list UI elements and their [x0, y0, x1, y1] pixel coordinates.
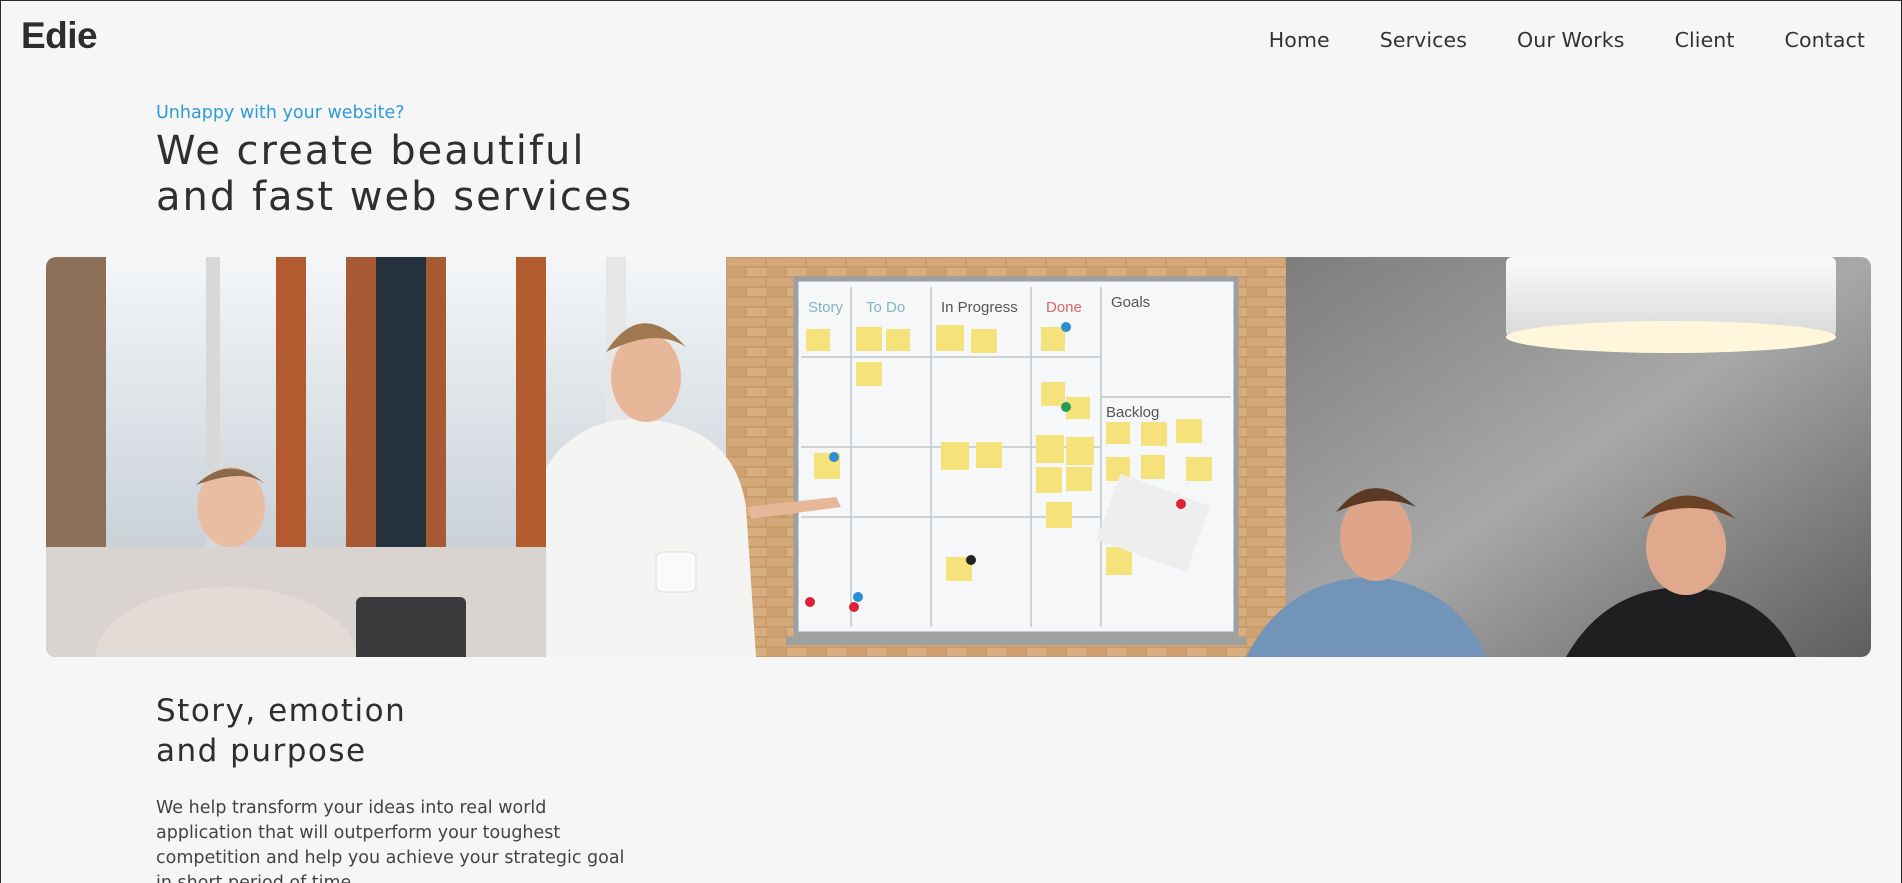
- main-nav: Home Services Our Works Client Contact: [1269, 28, 1865, 52]
- whiteboard-col-story: Story: [808, 299, 844, 316]
- story-body: We help transform your ideas into real w…: [156, 798, 625, 883]
- story-title: Story, emotion and purpose: [156, 691, 406, 771]
- whiteboard-col-goals: Goals: [1111, 294, 1150, 311]
- whiteboard-col-todo: To Do: [866, 299, 905, 316]
- site-logo[interactable]: Edie: [21, 15, 98, 57]
- hero-headline-line-2: and fast web services: [156, 174, 634, 220]
- nav-client-link[interactable]: Client: [1675, 28, 1735, 52]
- hero-headline: We create beautiful and fast web service…: [156, 128, 633, 220]
- story-title-line-1: Story, emotion: [156, 693, 407, 729]
- whiteboard-col-done: Done: [1046, 299, 1082, 316]
- whiteboard-backlog: Backlog: [1106, 404, 1159, 421]
- landing-page: Edie Home Services Our Works Client Cont…: [0, 0, 1902, 883]
- nav-our-works-link[interactable]: Our Works: [1517, 28, 1625, 52]
- hero-headline-line-1: We create beautiful: [156, 128, 586, 174]
- nav-services-link[interactable]: Services: [1380, 28, 1467, 52]
- hero-eyebrow: Unhappy with your website?: [156, 103, 405, 123]
- nav-home-link[interactable]: Home: [1269, 28, 1330, 52]
- whiteboard-col-in-progress: In Progress: [941, 299, 1018, 316]
- hero-image: Story To Do In Progress Done Goals Backl…: [46, 257, 1871, 657]
- nav-contact-link[interactable]: Contact: [1785, 28, 1865, 52]
- story-title-line-2: and purpose: [156, 733, 367, 769]
